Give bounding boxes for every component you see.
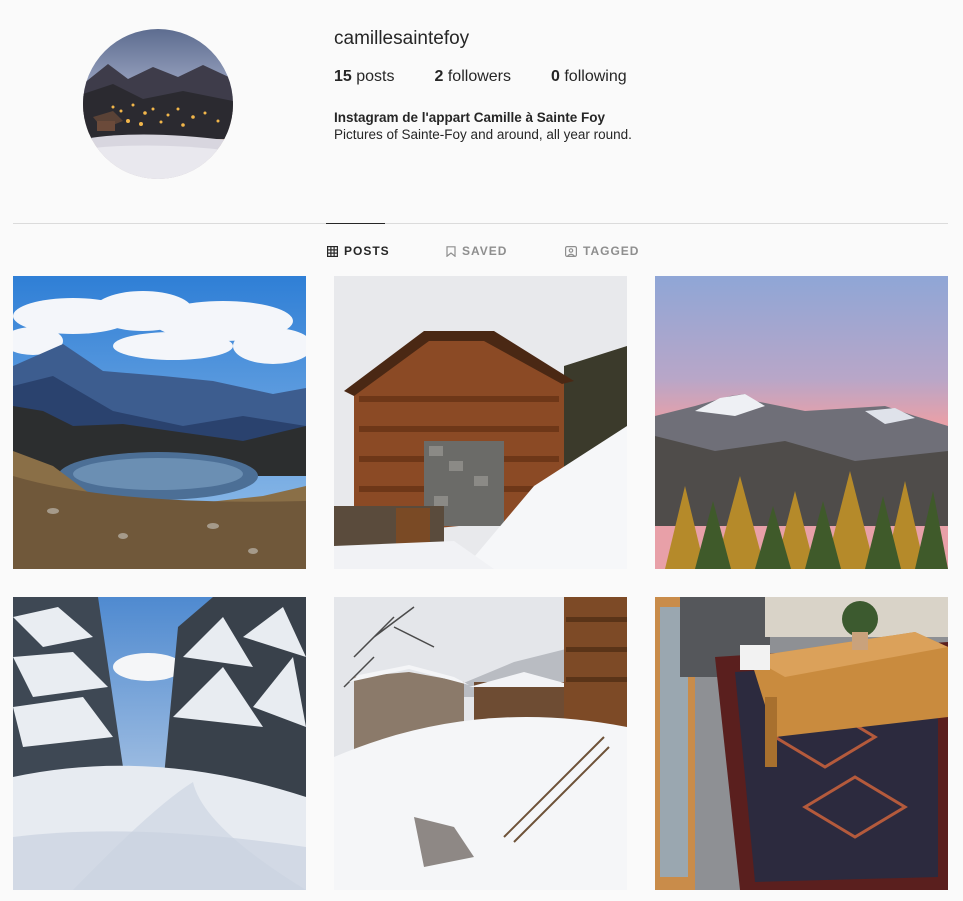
stat-followers[interactable]: 2 followers [435,68,512,86]
tab-tagged-label: TAGGED [583,244,640,258]
stat-followers-count: 2 [434,68,444,85]
post-tile-mountain-lake[interactable] [13,276,306,569]
profile-username: camillesaintefoy [334,28,470,49]
tab-saved-label: SAVED [462,244,508,258]
bio-text: Pictures of Sainte-Foy and around, all y… [334,127,632,142]
tab-saved[interactable]: SAVED [446,244,507,258]
profile-stats: 15 posts 2 followers 0 following [334,68,667,86]
stat-following-label: following [564,68,627,85]
post-tile-snowy-forest[interactable] [13,597,306,890]
tab-posts-label: POSTS [344,244,390,258]
bio-name: Instagram de l'appart Camille à Sainte F… [334,110,606,125]
tab-posts[interactable]: POSTS [327,244,390,258]
stat-following-count: 0 [551,68,560,85]
post-tile-chalet[interactable] [334,276,627,569]
post-tile-snowy-village[interactable] [334,597,627,890]
stat-posts-label: posts [356,68,395,85]
stat-following[interactable]: 0 following [551,68,627,86]
stat-posts: 15 posts [334,68,395,86]
post-tile-sunset-peaks[interactable] [655,276,948,569]
active-tab-indicator [326,223,385,224]
tabs-divider [13,223,948,224]
post-tile-living-room[interactable] [655,597,948,890]
bookmark-icon [446,245,456,257]
profile-avatar[interactable] [83,29,233,179]
tag-icon [565,245,577,257]
tab-tagged[interactable]: TAGGED [565,244,639,258]
stat-posts-count: 15 [334,68,352,85]
stat-followers-label: followers [447,68,511,85]
grid-icon [327,245,338,257]
